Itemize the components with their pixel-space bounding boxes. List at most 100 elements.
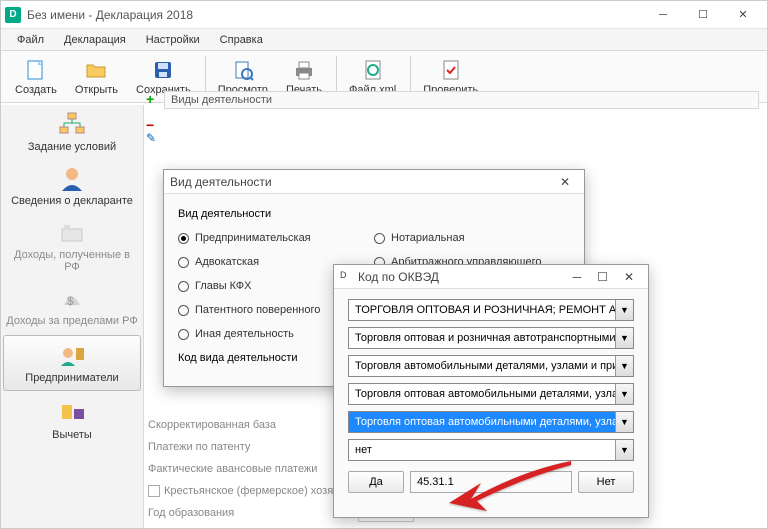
add-button[interactable]: + <box>146 91 154 107</box>
dialog-activity-title-text: Вид деятельности <box>170 175 272 189</box>
dialog-okved-title: D Код по ОКВЭД ─ ☐ ✕ <box>334 265 648 289</box>
okved-combo-4[interactable]: Торговля оптовая автомобильными деталями… <box>348 383 634 405</box>
combo-text: нет <box>349 440 615 460</box>
farm-checkbox[interactable] <box>148 485 160 497</box>
sidebar-item-income-rf[interactable]: Доходы, полученные в РФ <box>1 213 143 279</box>
sidebar-item-label: Задание условий <box>28 141 116 153</box>
sidebar-item-label: Доходы за пределами РФ <box>6 315 137 327</box>
radio-icon <box>178 329 189 340</box>
chevron-down-icon: ▼ <box>615 440 633 460</box>
menu-file[interactable]: Файл <box>7 31 54 49</box>
radio-icon <box>178 281 189 292</box>
radio-icon <box>178 305 189 316</box>
radio-icon <box>374 233 385 244</box>
app-icon: D <box>5 7 21 23</box>
maximize-button[interactable]: ☐ <box>683 3 723 27</box>
toolbar-open[interactable]: Открыть <box>67 56 126 98</box>
window-controls: ─ ☐ ✕ <box>643 3 763 27</box>
dialog-okved-title-text: Код по ОКВЭД <box>358 270 439 284</box>
edit-button[interactable]: ✎ <box>146 131 156 145</box>
save-icon <box>151 58 175 82</box>
toolbar-open-label: Открыть <box>75 84 118 96</box>
okved-combo-6[interactable]: нет▼ <box>348 439 634 461</box>
menu-settings[interactable]: Настройки <box>136 31 210 49</box>
deductions-icon <box>58 399 86 427</box>
combo-text: Торговля оптовая автомобильными деталями… <box>349 412 615 432</box>
svg-text:$: $ <box>67 294 74 308</box>
dialog-okved-body: ТОРГОВЛЯ ОПТОВАЯ И РОЗНИЧНАЯ; РЕМОНТ АВТ… <box>334 289 648 503</box>
menu-declaration[interactable]: Декларация <box>54 31 136 49</box>
chevron-down-icon: ▼ <box>615 328 633 348</box>
chevron-down-icon: ▼ <box>615 300 633 320</box>
okved-combo-3[interactable]: Торговля автомобильными деталями, узлами… <box>348 355 634 377</box>
declarant-icon <box>58 165 86 193</box>
sidebar-item-label: Предприниматели <box>25 372 118 384</box>
combo-text: Торговля оптовая автомобильными деталями… <box>349 384 615 404</box>
combo-text: Торговля автомобильными деталями, узлами… <box>349 356 615 376</box>
xml-file-icon <box>361 58 385 82</box>
radio-label: Предпринимательская <box>195 232 311 244</box>
check-icon <box>439 58 463 82</box>
year-est-label: Год образования <box>148 507 358 519</box>
entrepreneurs-icon <box>58 342 86 370</box>
chevron-down-icon: ▼ <box>615 356 633 376</box>
okved-no-button[interactable]: Нет <box>578 471 634 493</box>
radio-label: Нотариальная <box>391 232 465 244</box>
income-rf-icon <box>58 219 86 247</box>
dialog-activity-title: Вид деятельности ✕ <box>164 170 584 194</box>
radio-icon <box>178 233 189 244</box>
close-button[interactable]: ✕ <box>723 3 763 27</box>
titlebar: D Без имени - Декларация 2018 ─ ☐ ✕ <box>1 1 767 29</box>
conditions-icon <box>58 111 86 139</box>
farm-label: Крестьянское (фермерское) хозяй <box>164 485 339 497</box>
toolbar-create[interactable]: Создать <box>7 56 65 98</box>
income-foreign-icon: $ <box>58 285 86 313</box>
radio-label: Патентного поверенного <box>195 304 320 316</box>
new-file-icon <box>24 58 48 82</box>
okved-combo-5[interactable]: Торговля оптовая автомобильными деталями… <box>348 411 634 433</box>
radio-label: Главы КФХ <box>195 280 251 292</box>
menu-help[interactable]: Справка <box>210 31 273 49</box>
radio-label: Иная деятельность <box>195 328 294 340</box>
sidebar-item-deductions[interactable]: Вычеты <box>1 393 143 447</box>
okved-code-input[interactable]: 45.31.1 <box>410 471 572 493</box>
sidebar-item-label: Сведения о декларанте <box>11 195 133 207</box>
patent-pay-label: Платежи по патенту <box>148 441 358 453</box>
sidebar-item-label: Вычеты <box>52 429 92 441</box>
window-title: Без имени - Декларация 2018 <box>27 8 643 22</box>
okved-combo-2[interactable]: Торговля оптовая и розничная автотранспо… <box>348 327 634 349</box>
open-folder-icon <box>84 58 108 82</box>
activity-group-label: Вид деятельности <box>178 208 570 220</box>
advance-pay-label: Фактические авансовые платежи <box>148 463 358 475</box>
sidebar-item-entrepreneurs[interactable]: Предприниматели <box>3 335 141 391</box>
radio-entrepreneur[interactable]: Предпринимательская <box>178 226 374 250</box>
dialog-okved-close[interactable]: ✕ <box>616 270 642 284</box>
dialog-okved-max[interactable]: ☐ <box>589 270 616 284</box>
dialog-okved: D Код по ОКВЭД ─ ☐ ✕ ТОРГОВЛЯ ОПТОВАЯ И … <box>333 264 649 518</box>
chevron-down-icon: ▼ <box>615 384 633 404</box>
sidebar-item-income-foreign[interactable]: $ Доходы за пределами РФ <box>1 279 143 333</box>
app-icon: D <box>340 270 354 284</box>
print-icon <box>292 58 316 82</box>
main-window: D Без имени - Декларация 2018 ─ ☐ ✕ Файл… <box>0 0 768 529</box>
list-header: Виды деятельности <box>164 91 759 109</box>
radio-icon <box>178 257 189 268</box>
radio-notary[interactable]: Нотариальная <box>374 226 570 250</box>
okved-combo-1[interactable]: ТОРГОВЛЯ ОПТОВАЯ И РОЗНИЧНАЯ; РЕМОНТ АВТ… <box>348 299 634 321</box>
okved-ok-button[interactable]: Да <box>348 471 404 493</box>
sidebar-item-declarant[interactable]: Сведения о декларанте <box>1 159 143 213</box>
radio-label: Адвокатская <box>195 256 259 268</box>
sidebar: Задание условий Сведения о декларанте До… <box>1 105 144 528</box>
chevron-down-icon: ▼ <box>615 412 633 432</box>
corr-base-label: Скорректированная база <box>148 419 358 431</box>
combo-text: Торговля оптовая и розничная автотранспо… <box>349 328 615 348</box>
combo-text: ТОРГОВЛЯ ОПТОВАЯ И РОЗНИЧНАЯ; РЕМОНТ АВТ… <box>349 300 615 320</box>
sidebar-item-label: Доходы, полученные в РФ <box>5 249 139 273</box>
dialog-okved-min[interactable]: ─ <box>565 270 590 284</box>
dialog-activity-close[interactable]: ✕ <box>552 175 578 189</box>
toolbar-create-label: Создать <box>15 84 57 96</box>
preview-icon <box>231 58 255 82</box>
sidebar-item-conditions[interactable]: Задание условий <box>1 105 143 159</box>
minimize-button[interactable]: ─ <box>643 3 683 27</box>
menubar: Файл Декларация Настройки Справка <box>1 29 767 51</box>
